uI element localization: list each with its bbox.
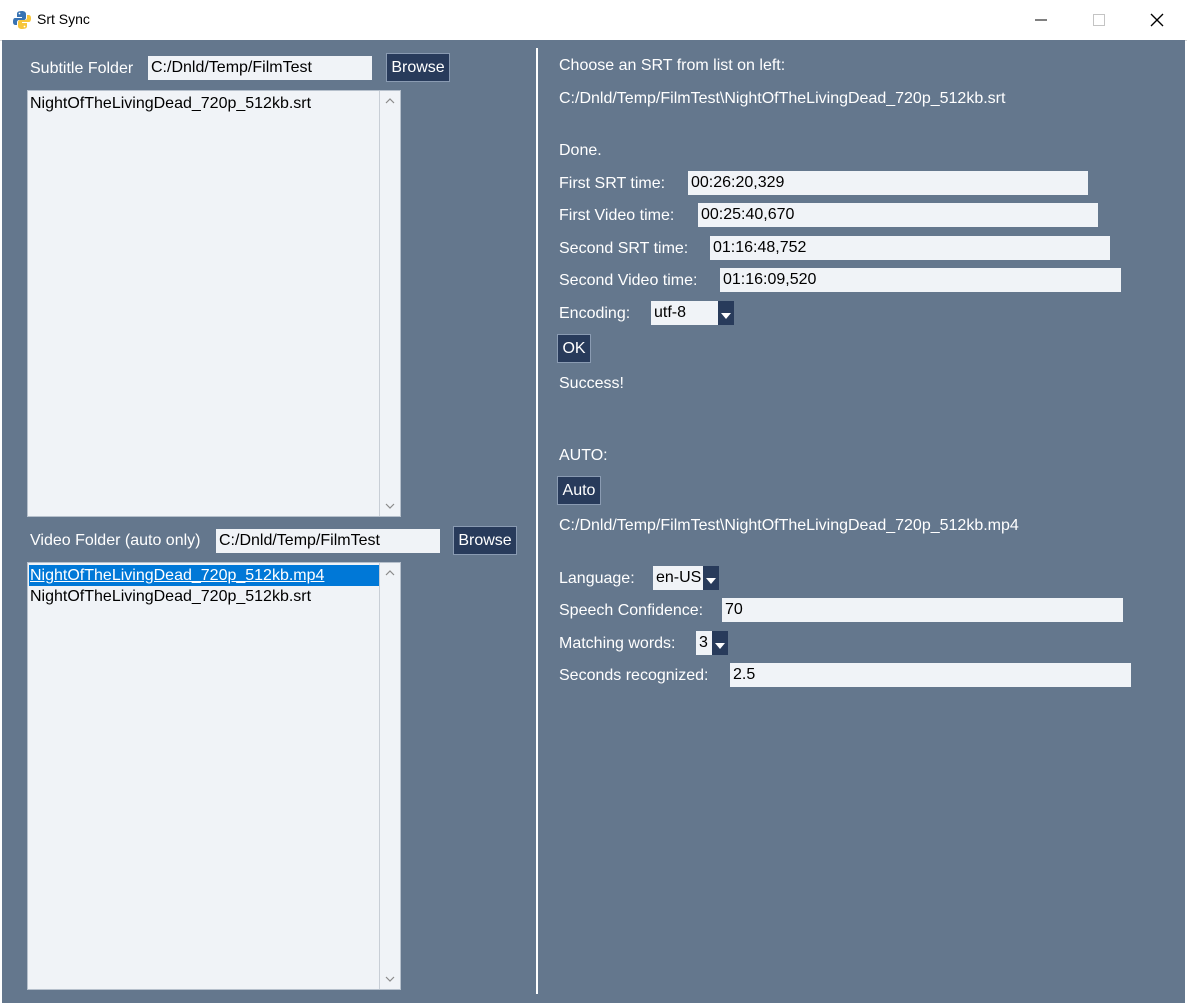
subtitle-file-list[interactable]: NightOfTheLivingDead_720p_512kb.srt — [27, 90, 401, 517]
language-label: Language: — [559, 570, 635, 587]
dropdown-arrow-icon[interactable] — [712, 631, 728, 655]
second-video-time-input[interactable] — [720, 268, 1121, 292]
close-icon — [1150, 13, 1164, 27]
subtitle-folder-label: Subtitle Folder — [30, 60, 134, 77]
list-item[interactable]: NightOfTheLivingDead_720p_512kb.srt — [29, 586, 311, 607]
encoding-label: Encoding: — [559, 305, 631, 322]
python-app-icon — [12, 10, 32, 30]
subtitle-list-scrollbar[interactable] — [379, 91, 400, 516]
video-file-list[interactable]: NightOfTheLivingDead_720p_512kb.mp4 Nigh… — [27, 562, 401, 990]
seconds-recognized-label: Seconds recognized: — [559, 667, 709, 684]
result-text: Success! — [559, 375, 624, 392]
maximize-button[interactable] — [1070, 0, 1128, 40]
matching-words-value: 3 — [699, 634, 708, 651]
instructions-text: Choose an SRT from list on left: — [559, 57, 786, 74]
close-button[interactable] — [1128, 0, 1186, 40]
first-srt-time-input[interactable] — [688, 171, 1088, 195]
matching-words-select[interactable]: 3 — [696, 631, 728, 655]
subtitle-browse-button[interactable]: Browse — [386, 53, 450, 82]
video-list-scrollbar[interactable] — [379, 563, 400, 989]
vertical-divider — [536, 48, 538, 994]
maximize-icon — [1093, 14, 1105, 26]
ok-button[interactable]: OK — [557, 334, 591, 363]
dropdown-arrow-icon[interactable] — [703, 566, 719, 590]
list-item[interactable]: NightOfTheLivingDead_720p_512kb.srt — [29, 93, 311, 114]
language-value: en-US — [656, 569, 702, 586]
auto-button[interactable]: Auto — [557, 476, 601, 505]
seconds-recognized-input[interactable] — [730, 663, 1131, 687]
speech-confidence-label: Speech Confidence: — [559, 602, 704, 619]
auto-heading: AUTO: — [559, 447, 608, 464]
selected-srt-path: C:/Dnld/Temp/FilmTest\NightOfTheLivingDe… — [559, 90, 1006, 107]
second-video-time-label: Second Video time: — [559, 272, 698, 289]
first-video-time-input[interactable] — [698, 203, 1098, 227]
speech-confidence-input[interactable] — [722, 598, 1123, 622]
encoding-value: utf-8 — [654, 304, 687, 321]
window-title: Srt Sync — [37, 11, 90, 27]
minimize-icon — [1035, 19, 1047, 21]
subtitle-folder-input[interactable] — [148, 56, 372, 80]
title-bar: Srt Sync — [0, 0, 1187, 41]
second-srt-time-label: Second SRT time: — [559, 240, 689, 257]
encoding-select[interactable]: utf-8 — [651, 301, 734, 325]
video-folder-input[interactable] — [216, 529, 440, 553]
language-select[interactable]: en-US — [653, 566, 719, 590]
main-panel: Subtitle Folder Browse NightOfTheLivingD… — [2, 40, 1185, 1003]
video-browse-button[interactable]: Browse — [453, 526, 517, 555]
second-srt-time-input[interactable] — [710, 236, 1110, 260]
minimize-button[interactable] — [1012, 0, 1070, 40]
first-video-time-label: First Video time: — [559, 207, 675, 224]
first-srt-time-label: First SRT time: — [559, 175, 666, 192]
scroll-up-icon[interactable] — [385, 96, 395, 106]
matching-words-label: Matching words: — [559, 635, 676, 652]
dropdown-arrow-icon[interactable] — [718, 301, 734, 325]
scroll-down-icon[interactable] — [385, 501, 395, 511]
scroll-up-icon[interactable] — [385, 568, 395, 578]
status-text: Done. — [559, 142, 602, 159]
video-folder-label: Video Folder (auto only) — [30, 532, 201, 549]
list-item-selected[interactable]: NightOfTheLivingDead_720p_512kb.mp4 — [29, 565, 379, 586]
video-path: C:/Dnld/Temp/FilmTest\NightOfTheLivingDe… — [559, 517, 1019, 534]
scroll-down-icon[interactable] — [385, 974, 395, 984]
